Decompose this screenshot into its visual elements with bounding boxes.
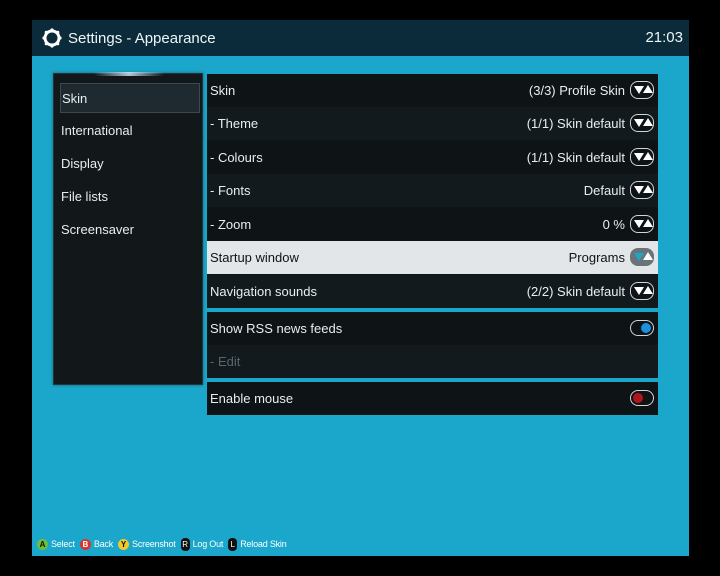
setting-label: - Fonts	[210, 183, 251, 198]
rss-toggle[interactable]	[630, 320, 654, 336]
setting-value: Default	[583, 183, 625, 198]
setting-row-navigation-sounds[interactable]: Navigation sounds (2/2) Skin default	[207, 275, 658, 308]
sidebar-item-label: International	[61, 123, 133, 138]
setting-value: (1/1) Skin default	[526, 150, 625, 165]
setting-row-zoom[interactable]: - Zoom 0 %	[207, 208, 658, 241]
sidebar-item-label: Display	[61, 156, 104, 171]
setting-label: - Theme	[210, 116, 259, 131]
spinner-control[interactable]	[630, 114, 654, 132]
page-title: Settings - Appearance	[68, 30, 216, 47]
top-bar: Settings - Appearance 21:03	[32, 20, 689, 56]
mouse-toggle[interactable]	[630, 390, 654, 406]
hint-reload-skin[interactable]: Reload Skin	[240, 539, 287, 549]
sidebar-item-label: Screensaver	[61, 222, 134, 237]
setting-row-skin[interactable]: Skin (3/3) Profile Skin	[207, 74, 658, 107]
setting-label: - Colours	[210, 150, 263, 165]
sidebar-glow	[94, 72, 164, 76]
sidebar-item-display[interactable]: Display	[60, 149, 200, 179]
toggle-knob	[641, 323, 651, 333]
toggle-knob	[633, 393, 643, 403]
arrow-up-icon[interactable]	[643, 118, 653, 126]
sidebar-item-international[interactable]: International	[60, 116, 200, 146]
hint-back[interactable]: Back	[94, 539, 113, 549]
setting-value: (3/3) Profile Skin	[528, 83, 625, 98]
hint-screenshot[interactable]: Screenshot	[132, 539, 176, 549]
spinner-control[interactable]	[630, 215, 654, 233]
spinner-control[interactable]	[630, 148, 654, 166]
kodi-gear-icon	[42, 28, 62, 48]
mouse-settings-group: Enable mouse	[207, 382, 658, 415]
left-trigger-icon: L	[228, 537, 238, 551]
setting-label: Show RSS news feeds	[210, 321, 343, 336]
b-button-icon: B	[79, 538, 91, 550]
hint-select[interactable]: Select	[51, 539, 75, 549]
setting-value: (1/1) Skin default	[526, 116, 625, 131]
setting-label: Skin	[210, 83, 236, 98]
sidebar-item-screensaver[interactable]: Screensaver	[60, 215, 200, 245]
spinner-control[interactable]	[630, 248, 654, 266]
setting-value: 0 %	[602, 217, 625, 232]
setting-row-fonts[interactable]: - Fonts Default	[207, 174, 658, 207]
arrow-up-icon[interactable]	[643, 252, 653, 260]
setting-row-edit-rss: - Edit	[207, 345, 658, 378]
button-hints: A Select B Back Y Screenshot R Log Out L…	[37, 536, 292, 552]
setting-row-rss-feeds[interactable]: Show RSS news feeds	[207, 312, 658, 345]
sidebar-item-skin[interactable]: Skin	[60, 83, 200, 113]
setting-label: Startup window	[210, 250, 299, 265]
setting-label: Navigation sounds	[210, 284, 317, 299]
screen: Settings - Appearance 21:03 Skin Interna…	[32, 20, 689, 556]
setting-value: (2/2) Skin default	[526, 284, 625, 299]
arrow-up-icon[interactable]	[643, 185, 653, 193]
arrow-up-icon[interactable]	[643, 286, 653, 294]
y-button-icon: Y	[118, 538, 130, 550]
arrow-up-icon[interactable]	[643, 85, 653, 93]
a-button-icon: A	[37, 538, 48, 550]
spinner-control[interactable]	[630, 81, 654, 99]
right-trigger-icon: R	[180, 537, 190, 551]
skin-settings-group: Skin (3/3) Profile Skin - Theme (1/1) Sk…	[207, 74, 658, 308]
setting-label: Enable mouse	[210, 391, 294, 406]
arrow-up-icon[interactable]	[643, 219, 653, 227]
arrow-up-icon[interactable]	[643, 152, 653, 160]
setting-row-startup-window[interactable]: Startup window Programs	[207, 241, 658, 274]
spinner-control[interactable]	[630, 181, 654, 199]
setting-row-theme[interactable]: - Theme (1/1) Skin default	[207, 107, 658, 140]
clock: 21:03	[645, 29, 683, 46]
setting-row-colours[interactable]: - Colours (1/1) Skin default	[207, 141, 658, 174]
setting-value: Programs	[568, 250, 625, 265]
setting-label: - Edit	[210, 354, 241, 369]
sidebar-item-label: File lists	[61, 189, 108, 204]
hint-log-out[interactable]: Log Out	[193, 539, 224, 549]
rss-settings-group: Show RSS news feeds - Edit	[207, 312, 658, 378]
sidebar-item-label: Skin	[62, 91, 88, 106]
setting-row-enable-mouse[interactable]: Enable mouse	[207, 382, 658, 415]
sidebar-item-file-lists[interactable]: File lists	[60, 182, 200, 212]
spinner-control[interactable]	[630, 282, 654, 300]
category-sidebar: Skin International Display File lists Sc…	[53, 72, 203, 385]
setting-label: - Zoom	[210, 217, 252, 232]
